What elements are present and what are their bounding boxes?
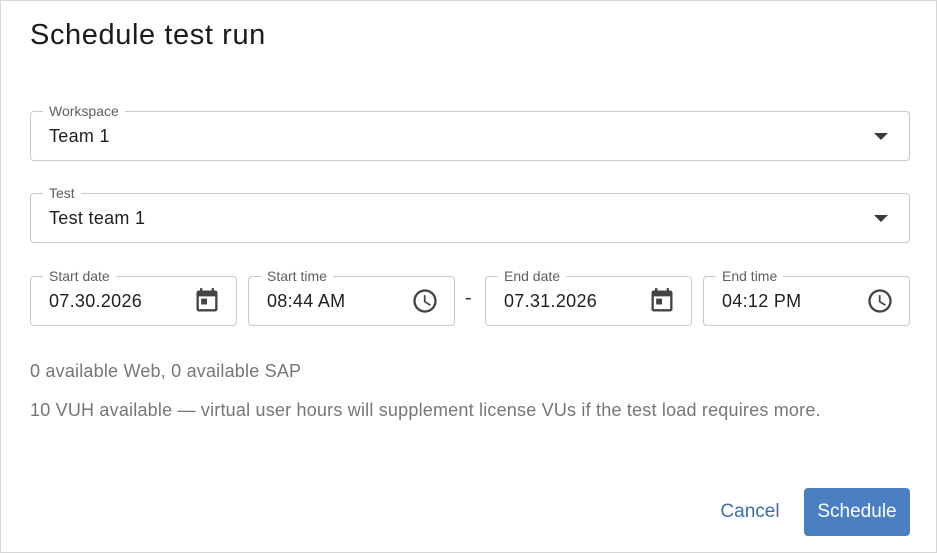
calendar-icon[interactable] [193,287,221,315]
end-date-label: End date [498,267,567,285]
end-date-value: 07.31.2026 [504,291,598,311]
start-time-field[interactable]: Start time 08:44 AM [248,267,455,326]
end-time-field[interactable]: End time 04:12 PM [703,267,910,326]
start-date-label: Start date [43,267,116,285]
end-time-value: 04:12 PM [722,291,802,311]
vuh-note-text: 10 VUH available — virtual user hours wi… [30,400,821,420]
start-time-label: Start time [261,267,333,285]
test-label: Test [43,184,81,202]
workspace-select[interactable]: Workspace Team 1 [30,102,910,161]
start-date-value: 07.30.2026 [49,291,143,311]
clock-icon[interactable] [411,287,439,315]
end-date-field[interactable]: End date 07.31.2026 [485,267,692,326]
range-separator: - [465,287,472,309]
calendar-icon[interactable] [648,287,676,315]
chevron-down-icon[interactable] [874,133,888,140]
cancel-button[interactable]: Cancel [707,488,793,536]
dialog-title: Schedule test run [30,19,266,51]
workspace-label: Workspace [43,102,125,120]
availability-text: 0 available Web, 0 available SAP [30,361,302,381]
schedule-dialog: Schedule test run Workspace Team 1 Test … [0,0,937,553]
workspace-value: Team 1 [49,126,110,146]
test-select[interactable]: Test Test team 1 [30,184,910,243]
start-time-value: 08:44 AM [267,291,346,311]
test-value: Test team 1 [49,208,146,228]
chevron-down-icon[interactable] [874,215,888,222]
clock-icon[interactable] [866,287,894,315]
start-date-field[interactable]: Start date 07.30.2026 [30,267,237,326]
schedule-button[interactable]: Schedule [804,488,910,536]
end-time-label: End time [716,267,784,285]
